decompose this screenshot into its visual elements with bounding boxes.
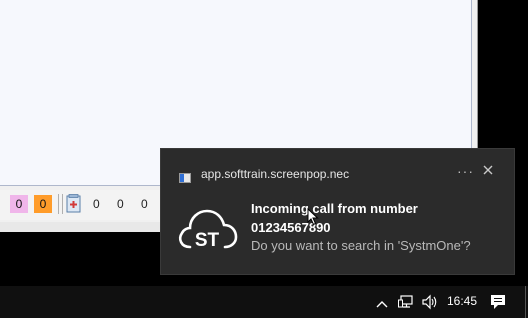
document-plus-icon[interactable] [66,194,82,214]
divider [58,194,59,214]
counter-value: 0 [141,197,148,211]
show-desktop-button[interactable] [525,286,526,318]
status-badge-pink: 0 [10,195,28,213]
toast-title: Incoming call from number [251,201,418,216]
divider [62,194,63,214]
taskbar: 16:45 [0,286,528,318]
taskbar-clock[interactable]: 16:45 [447,294,477,308]
volume-icon[interactable] [421,294,439,310]
counter-value: 0 [117,197,124,211]
toast-app-name: app.softtrain.screenpop.nec [201,167,350,181]
network-icon[interactable] [398,294,414,310]
close-icon[interactable] [481,163,495,177]
toast-notification[interactable]: app.softtrain.screenpop.nec ··· ST Incom… [160,148,515,275]
action-center-icon[interactable] [490,294,506,310]
logo-text: ST [195,230,220,251]
chevron-up-icon[interactable] [376,296,388,308]
mouse-cursor-icon [307,207,319,226]
cloud-logo-icon: ST [176,201,238,253]
toast-question: Do you want to search in 'SystmOne'? [251,238,471,253]
status-badge-orange: 0 [34,195,52,213]
app-window-icon [179,170,191,183]
more-options-icon[interactable]: ··· [457,163,474,179]
counter-value: 0 [93,197,100,211]
